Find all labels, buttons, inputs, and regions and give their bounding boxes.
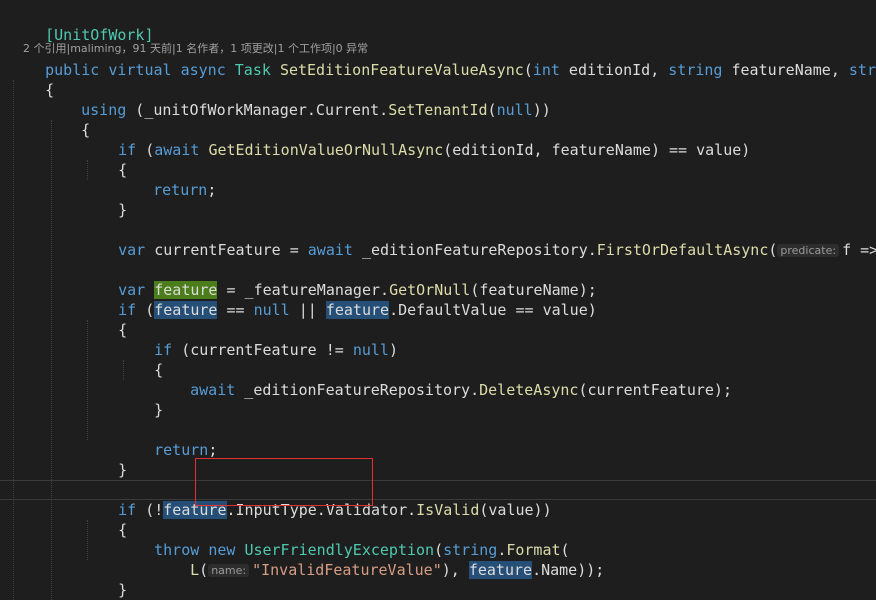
code-editor[interactable]: [UnitOfWork] 2 个引用|maliming，91 天前|1 名作者，… (0, 0, 876, 600)
code-line: { (118, 161, 128, 179)
code-line: } (154, 401, 164, 419)
code-line-return: return; (154, 441, 218, 459)
code-line: } (118, 461, 128, 479)
code-line: { (45, 81, 55, 99)
code-line: { (154, 361, 164, 379)
code-line: { (118, 521, 128, 539)
code-line-if-feature-null: if (feature == null || feature.DefaultVa… (118, 301, 597, 319)
code-line-if-current-feature: if (currentFeature != null) (154, 341, 398, 359)
code-line: } (118, 201, 128, 219)
code-line-l-call: L(name: "InvalidFeatureValue"), feature.N… (190, 561, 605, 579)
code-line-if-await: if (await GetEditionValueOrNullAsync(edi… (118, 141, 751, 159)
code-line: } (118, 581, 128, 599)
code-line-feature-assign: var feature = _featureManager.GetOrNull(… (118, 281, 597, 299)
code-line-using: using (_unitOfWorkManager.Current.SetTen… (81, 101, 551, 119)
parameter-hint-predicate: predicate: (777, 244, 840, 257)
code-line-current-feature: var currentFeature = await _editionFeatu… (118, 241, 876, 259)
code-line-throw: throw new UserFriendlyException(string.F… (154, 541, 570, 559)
code-line-delete: await _editionFeatureRepository.DeleteAs… (190, 381, 732, 399)
code-line-return: return; (153, 181, 217, 199)
code-line-signature: public virtual async Task SetEditionFeat… (45, 61, 876, 79)
annotation-red-box (195, 458, 373, 506)
code-line: { (81, 121, 91, 139)
code-line-if-isvalid: if (!feature.InputType.Validator.IsValid… (118, 501, 552, 519)
codelens-line: 2 个引用|maliming，91 天前|1 名作者，1 项更改|1 个工作项|… (0, 22, 876, 55)
code-line: { (118, 321, 128, 339)
